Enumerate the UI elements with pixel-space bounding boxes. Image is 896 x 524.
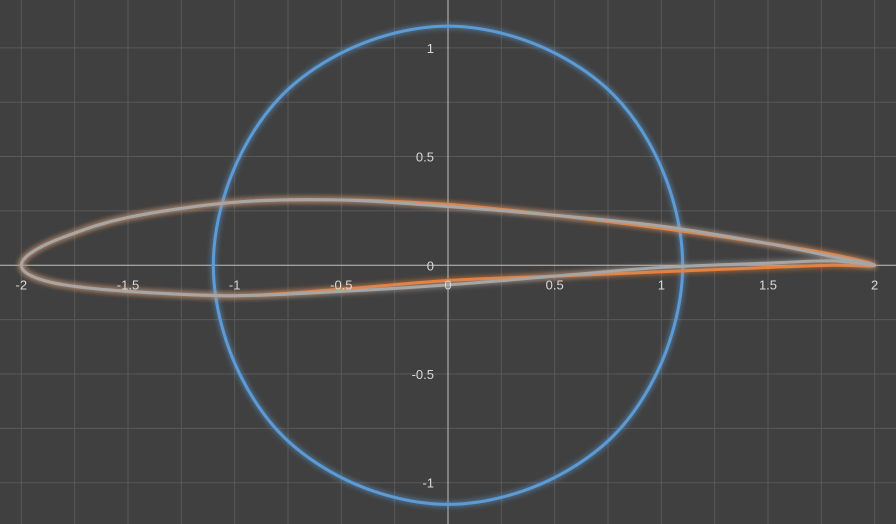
y-tick-label: -0.5: [412, 367, 434, 382]
y-tick-label: 0: [427, 258, 434, 273]
x-tick-label: -2: [16, 277, 28, 292]
x-tick-label: 0: [444, 277, 451, 292]
y-tick-label: 1: [427, 41, 434, 56]
x-tick-label: 1.5: [759, 277, 777, 292]
y-tick-label: -1: [422, 476, 434, 491]
x-tick-label: -1: [229, 277, 241, 292]
x-tick-label: -1.5: [117, 277, 139, 292]
chart-plot-area: -2 -1.5 -1 -0.5 0 0.5 1 1.5 2 1 0.5 0 -0.5 -1: [0, 0, 896, 524]
x-tick-label: -0.5: [330, 277, 352, 292]
x-tick-label: 2: [871, 277, 878, 292]
x-tick-label: 0.5: [546, 277, 564, 292]
y-tick-label: 0.5: [416, 150, 434, 165]
x-tick-label: 1: [658, 277, 665, 292]
